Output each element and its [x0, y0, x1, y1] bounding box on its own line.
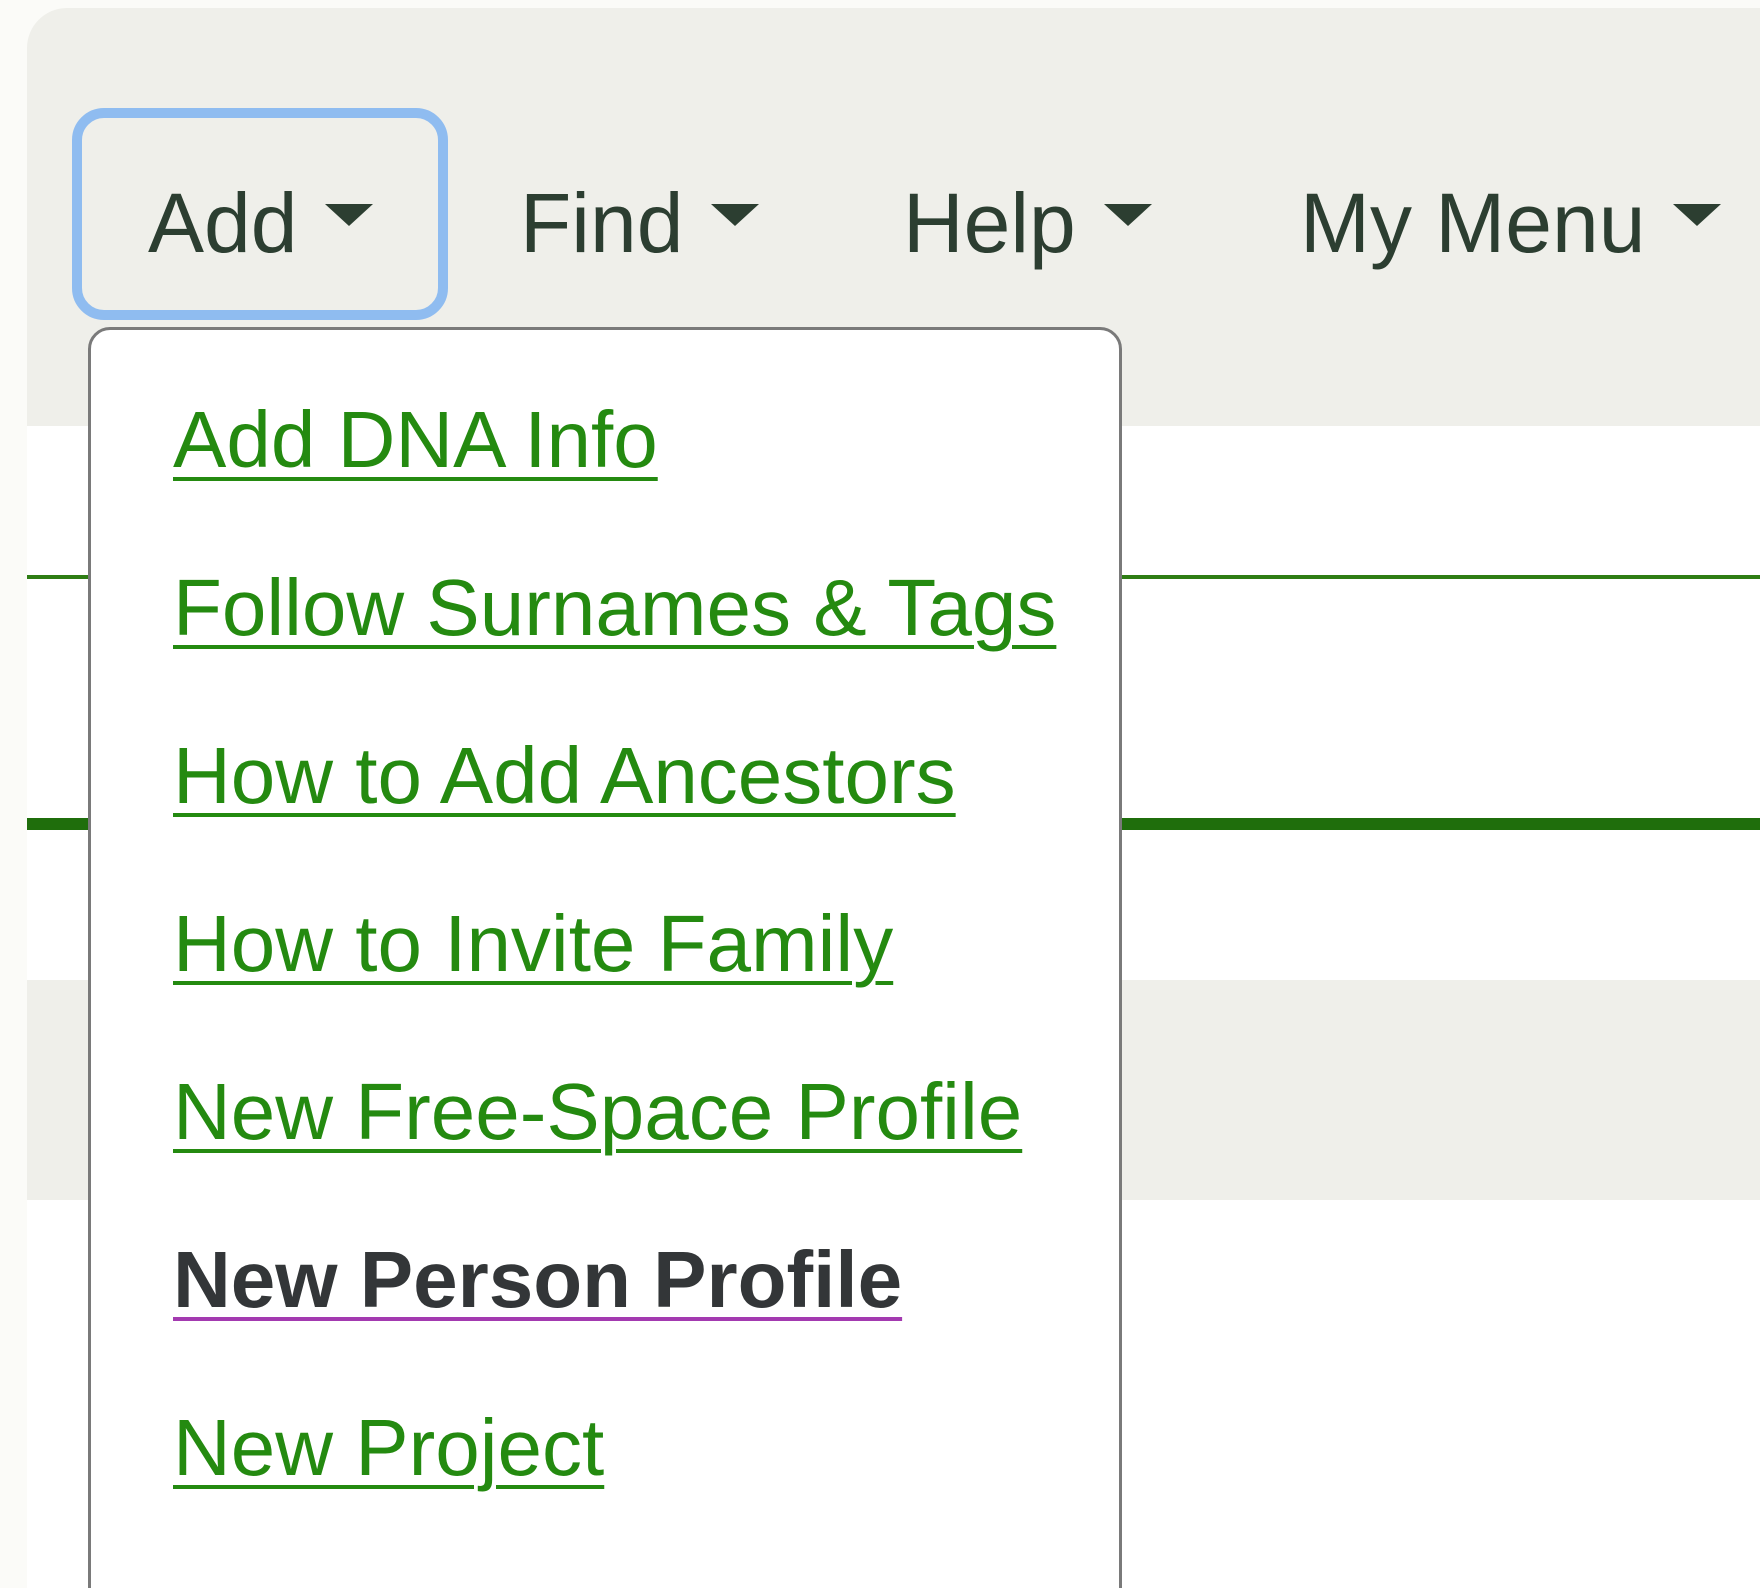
nav-find-label: Find [520, 176, 684, 270]
menu-link-add-dna-info[interactable]: Add DNA Info [173, 395, 658, 484]
caret-down-icon [711, 204, 760, 226]
menu-item: How to Invite Family [173, 894, 1056, 1062]
caret-down-icon [1673, 204, 1722, 226]
menu-item: New Project [173, 1398, 1056, 1566]
menu-item: New Person Profile [173, 1230, 1056, 1398]
menu-link-new-project[interactable]: New Project [173, 1403, 604, 1492]
add-menu-list: Add DNA Info Follow Surnames & Tags How … [173, 390, 1056, 1566]
nav-add-label: Add [148, 176, 298, 270]
menu-link-how-to-invite-family[interactable]: How to Invite Family [173, 899, 893, 988]
menu-link-new-free-space-profile[interactable]: New Free-Space Profile [173, 1067, 1022, 1156]
nav-my-menu-label: My Menu [1300, 176, 1646, 270]
menu-item: How to Add Ancestors [173, 726, 1056, 894]
menu-link-how-to-add-ancestors[interactable]: How to Add Ancestors [173, 731, 956, 820]
caret-down-icon [325, 204, 374, 226]
add-dropdown-menu: Add DNA Info Follow Surnames & Tags How … [88, 327, 1122, 1588]
nav-my-menu-dropdown[interactable]: My Menu [1300, 176, 1722, 270]
caret-down-icon [1103, 204, 1152, 226]
nav-help-label: Help [903, 176, 1076, 270]
nav-help-dropdown[interactable]: Help [903, 178, 1152, 268]
menu-link-new-person-profile[interactable]: New Person Profile [173, 1235, 902, 1324]
menu-item: Follow Surnames & Tags [173, 558, 1056, 726]
nav-find-dropdown[interactable]: Find [520, 176, 760, 270]
nav-add-dropdown[interactable]: Add [148, 176, 374, 270]
menu-link-follow-surnames-tags[interactable]: Follow Surnames & Tags [173, 563, 1056, 652]
menu-item: Add DNA Info [173, 390, 1056, 558]
page: Add Find Help My Menu Add DNA Info Follo… [0, 0, 1760, 1588]
menu-item: New Free-Space Profile [173, 1062, 1056, 1230]
